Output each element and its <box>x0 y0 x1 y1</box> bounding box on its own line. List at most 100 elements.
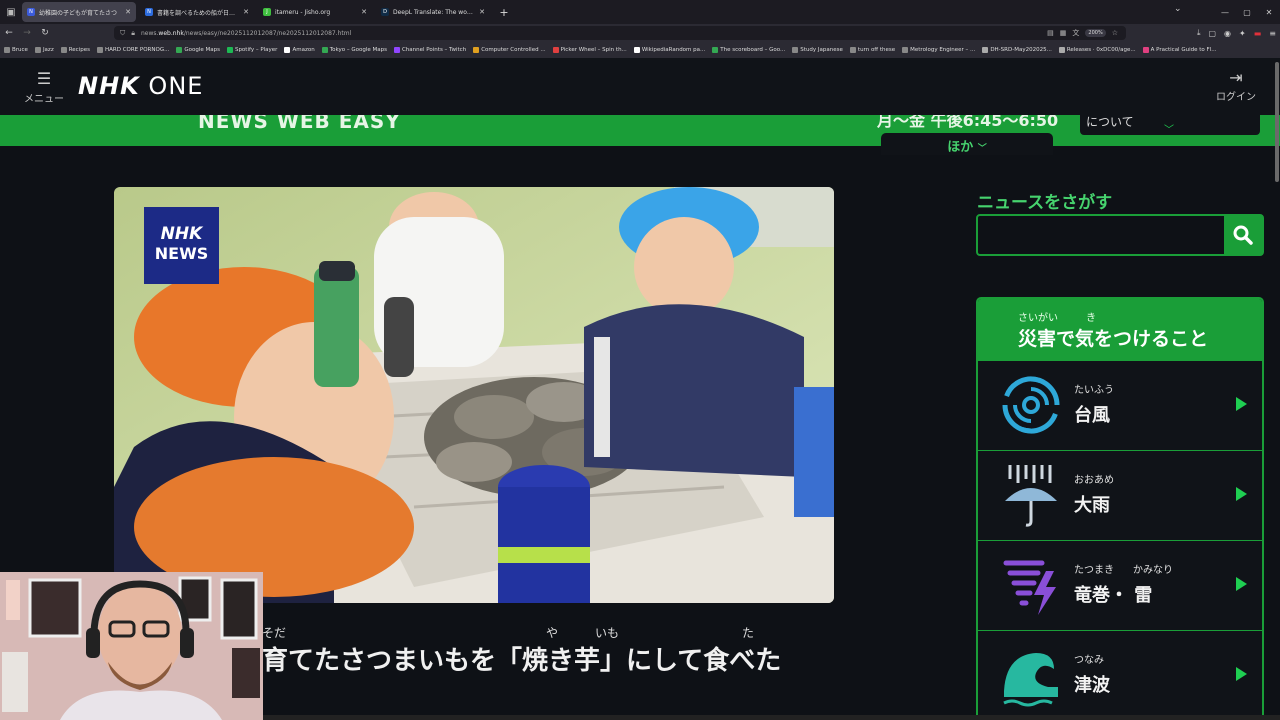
picture-icon[interactable]: ▦ <box>1060 29 1067 37</box>
page-scrollbar-thumb[interactable] <box>1275 62 1279 182</box>
reader-view-icon[interactable]: ▤ <box>1047 29 1054 37</box>
extension-ublock-icon[interactable]: ▬ <box>1254 29 1262 38</box>
bookmark-label: turn off these <box>857 47 896 53</box>
bookmark-item[interactable]: Amazon <box>284 47 315 53</box>
bookmark-item[interactable]: Bruce <box>4 47 28 53</box>
bookmark-star-icon[interactable]: ☆ <box>1112 29 1118 37</box>
bookmark-icon <box>60 47 67 53</box>
close-tab-icon[interactable]: ✕ <box>243 8 249 16</box>
article-title-text: 育てたさつまいもを「焼き芋」にして食べた <box>262 646 782 676</box>
disaster-item-heavy-rain[interactable]: 大雨 おおあめ <box>978 451 1262 541</box>
downloads-icon[interactable]: ⤓ <box>1197 28 1201 38</box>
bookmark-item[interactable]: Recipes <box>60 47 90 53</box>
browser-tab-1[interactable]: N 幼稚園の子どもが育てたさつ ✕ <box>22 2 136 22</box>
container-icon[interactable]: ▢ <box>1208 29 1216 38</box>
browser-tab-4[interactable]: D DeepL Translate: The world's m ✕ <box>376 2 490 22</box>
tab-list-chevron-icon[interactable]: ⌄ <box>1174 4 1182 14</box>
tab-favicon: N <box>145 8 153 16</box>
bookmark-icon <box>473 47 480 53</box>
bookmark-item[interactable]: Channel Points – Twitch <box>393 47 466 53</box>
bookmark-item[interactable]: Metrology Engineer – ... <box>902 47 975 53</box>
reload-icon[interactable]: ↻ <box>36 28 54 38</box>
disaster-item-tornado-thunder[interactable]: 竜巻・ 雷 たつまき かみなり <box>978 541 1262 631</box>
bookmark-item[interactable]: Spotify – Player <box>226 47 278 53</box>
disaster-label: 竜巻・ 雷 <box>1074 585 1153 606</box>
browser-tab-3[interactable]: J itameru - Jisho.org ✕ <box>258 2 372 22</box>
about-label: について <box>1086 115 1134 129</box>
bookmark-item[interactable]: turn off these <box>849 47 896 53</box>
play-arrow-icon <box>1236 577 1247 591</box>
disaster-label: 台風 <box>1074 405 1110 426</box>
bookmark-label: Metrology Engineer – ... <box>910 47 976 53</box>
url-bar[interactable]: ⛉ 🔒︎ news.web.nhk/news/easy/ne2025112012… <box>114 26 1126 40</box>
url-bar-actions: ▤ ▦ 文 200% ☆ <box>1047 26 1118 40</box>
url-text[interactable]: news.web.nhk/news/easy/ne2025112012087/n… <box>141 30 351 37</box>
bookmark-label: Spotify – Player <box>234 47 278 53</box>
broadcast-schedule: 月～金 午後6:45～6:50 <box>877 115 1059 130</box>
zoom-level-badge[interactable]: 200% <box>1085 29 1106 37</box>
bookmark-label: HARD CORE PORNOG... <box>104 47 170 53</box>
bookmark-item[interactable]: Computer Controlled ... <box>473 47 546 53</box>
disaster-item-tsunami[interactable]: 津波 つなみ <box>978 631 1262 720</box>
bookmark-icon <box>4 47 10 53</box>
nhk-one-logo[interactable]: NHK ONE <box>78 72 203 100</box>
play-arrow-icon <box>1236 487 1247 501</box>
site-header: ☰ メニュー NHK ONE ⇥ ログイン <box>0 58 1280 115</box>
hamburger-icon: ☰ <box>36 69 52 88</box>
bookmark-item[interactable]: A Practical Guide to Fl... <box>1142 47 1217 53</box>
app-menu-icon[interactable]: ≡ <box>1269 29 1276 38</box>
bookmark-icon <box>176 47 183 53</box>
translate-icon[interactable]: 文 <box>1072 28 1079 38</box>
bookmark-icon <box>982 47 989 53</box>
new-tab-icon[interactable]: + <box>496 6 512 19</box>
maximize-icon[interactable]: ▢ <box>1236 8 1258 17</box>
news-web-easy-title[interactable]: NEWS WEB EASY <box>198 115 401 133</box>
close-tab-icon[interactable]: ✕ <box>125 8 131 16</box>
bookmark-icon <box>34 47 41 53</box>
chevron-down-icon: ﹀ <box>977 144 987 154</box>
bookmark-item[interactable]: WikipediaRandom pa... <box>633 47 705 53</box>
play-arrow-icon <box>1236 667 1247 681</box>
bookmark-label: Tokyo – Google Maps <box>329 47 387 53</box>
bookmark-item[interactable]: Study Japanese <box>792 47 843 53</box>
bookmark-item[interactable]: Picker Wheel – Spin th... <box>552 47 627 53</box>
menu-label: メニュー <box>24 94 64 105</box>
bookmark-item[interactable]: Releases · 0xDC00/age... <box>1058 47 1136 53</box>
close-window-icon[interactable]: ✕ <box>1258 8 1280 17</box>
bookmark-item[interactable]: Google Maps <box>176 47 220 53</box>
login-button[interactable]: ⇥ ログイン <box>1214 68 1258 103</box>
bookmark-icon <box>393 47 400 53</box>
furigana: つなみ <box>1074 655 1104 666</box>
furigana: た <box>742 626 755 640</box>
lock-icon[interactable]: 🔒︎ <box>131 29 135 38</box>
furigana: そだ <box>262 626 287 640</box>
bookmarks-bar: Bruce Jazz Recipes HARD CORE PORNOG... Googl… <box>0 42 1280 58</box>
news-search-form <box>976 214 1264 256</box>
shield-icon[interactable]: ⛉ <box>120 29 125 38</box>
tab-overview-icon[interactable]: ▣ <box>0 0 22 24</box>
forward-icon[interactable]: → <box>18 28 36 38</box>
bookmark-item[interactable]: HARD CORE PORNOG... <box>96 47 170 53</box>
back-icon[interactable]: ← <box>0 28 18 38</box>
browser-tab-2[interactable]: N 書籍を調べるための船が日本を ✕ <box>140 2 254 22</box>
menu-button[interactable]: ☰ メニュー <box>24 69 64 106</box>
bookmark-icon <box>321 47 328 53</box>
bookmark-item[interactable]: The scoreboard – Goo... <box>712 47 785 53</box>
disaster-item-typhoon[interactable]: 台風 たいふう <box>978 361 1262 451</box>
close-tab-icon[interactable]: ✕ <box>361 8 367 16</box>
news-search-input[interactable] <box>978 216 1224 254</box>
minimize-icon[interactable]: — <box>1214 8 1236 17</box>
account-icon[interactable]: ◉ <box>1224 29 1231 38</box>
toolbar-right: ⤓ ▢ ◉ ✦ ▬ ≡ <box>1197 24 1276 42</box>
other-programs-dropdown[interactable]: ほか ﹀ <box>881 133 1053 155</box>
about-dropdown[interactable]: について ﹀ <box>1080 115 1260 136</box>
extensions-icon[interactable]: ✦ <box>1239 29 1246 38</box>
bookmark-item[interactable]: DH-SRD-May202025... <box>982 47 1052 53</box>
close-tab-icon[interactable]: ✕ <box>479 8 485 16</box>
search-button[interactable] <box>1224 216 1262 254</box>
tab-title: 幼稚園の子どもが育てたさつ <box>39 9 118 17</box>
bookmark-item[interactable]: Jazz <box>34 47 54 53</box>
bookmark-label: A Practical Guide to Fl... <box>1150 47 1217 53</box>
article-title: そだ や いも た 育てたさつまいもを「焼き芋」にして食べた <box>262 624 862 677</box>
bookmark-item[interactable]: Tokyo – Google Maps <box>321 47 387 53</box>
